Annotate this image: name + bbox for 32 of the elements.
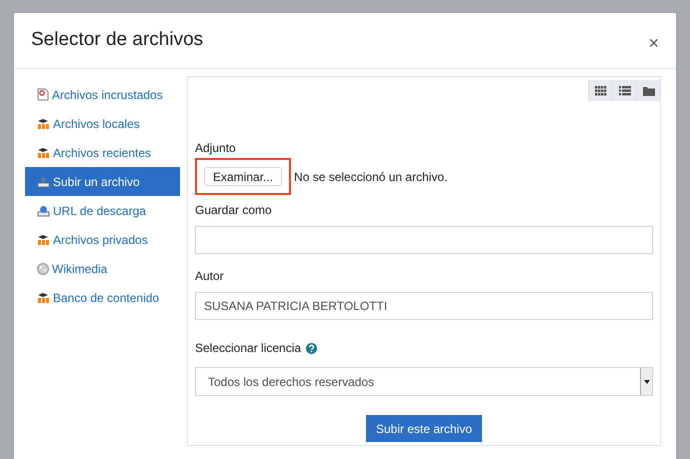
sidebar-item[interactable]: Banco de contenido: [25, 283, 180, 312]
download-icon: [37, 204, 50, 216]
help-icon: [306, 342, 318, 354]
list-icon: [618, 86, 630, 96]
license-select[interactable]: Todos los derechos reservados: [195, 367, 653, 396]
input-field[interactable]: SUSANA PATRICIA BERTOLOTTI: [195, 292, 653, 320]
file-status-text: No se seleccionó un archivo.: [294, 168, 448, 186]
field-label: Guardar como: [195, 202, 273, 219]
sidebar-item[interactable]: Subir un archivo: [25, 167, 180, 196]
moodle-logo-icon: [37, 118, 50, 129]
browse-button[interactable]: Examinar...: [204, 167, 282, 186]
sidebar-item[interactable]: Wikimedia: [25, 254, 180, 283]
field-label: Adjunto: [195, 140, 237, 157]
moodle-logo-icon: [37, 147, 50, 158]
close-button[interactable]: ×: [648, 34, 659, 52]
moodle-logo-icon: [37, 234, 50, 245]
sidebar-item[interactable]: Archivos privados: [25, 225, 180, 254]
sidebar-item[interactable]: URL de descarga: [25, 196, 180, 225]
field-label: Autor: [195, 268, 225, 285]
folder-icon: [642, 86, 654, 96]
sidebar-item[interactable]: Archivos locales: [25, 109, 180, 138]
field-label: Seleccionar licencia: [195, 340, 302, 357]
upload-file-button[interactable]: Subir este archivo: [366, 415, 482, 442]
moodle-logo-icon: [37, 292, 50, 303]
dialog-title: Selector de archivos: [31, 28, 204, 52]
document-icon: [37, 88, 49, 101]
sidebar-item[interactable]: Archivos recientes: [25, 138, 180, 167]
globe-icon: [37, 262, 49, 274]
input-field[interactable]: [195, 226, 653, 254]
upload-icon: [37, 176, 50, 188]
grid-icon: [594, 86, 606, 96]
sidebar-item[interactable]: Archivos incrustados: [25, 80, 180, 109]
